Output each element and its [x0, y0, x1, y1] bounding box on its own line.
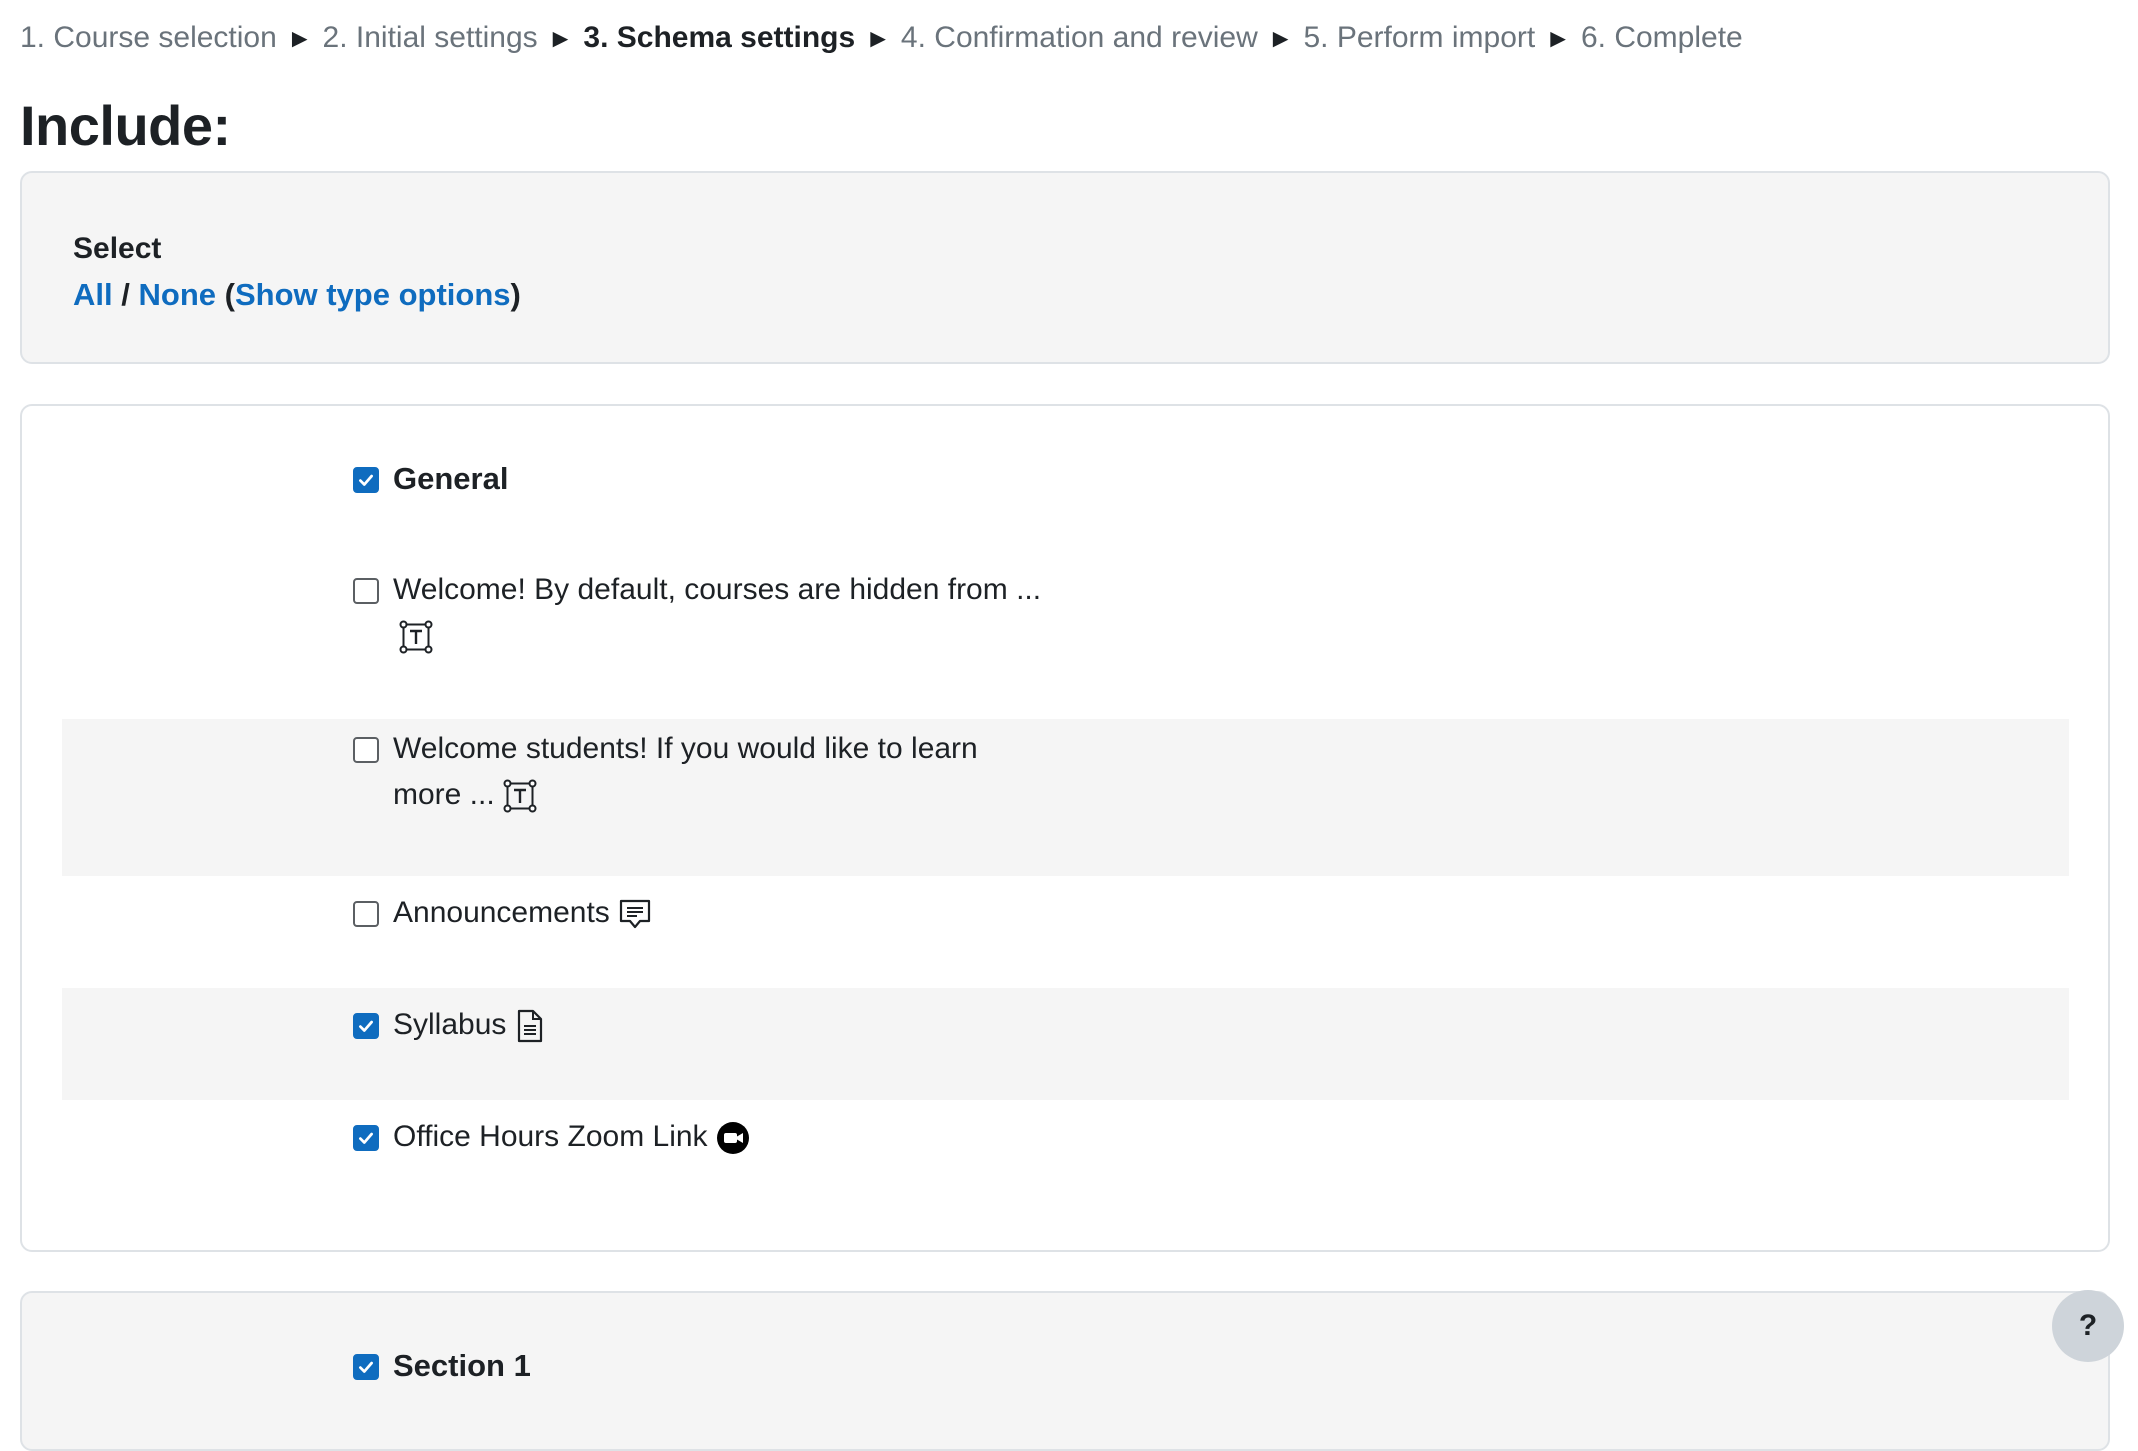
general-heading: General: [353, 456, 508, 502]
breadcrumb-separator-icon: ►: [1267, 23, 1294, 53]
breadcrumb-step-confirmation: 4. Confirmation and review: [900, 21, 1258, 54]
announcements-checkbox[interactable]: [353, 901, 379, 927]
announcements-label: Announcements: [393, 896, 610, 929]
breadcrumb-step-perform-import: 5. Perform import: [1303, 21, 1536, 54]
office-hours-label: Office Hours Zoom Link: [393, 1120, 708, 1153]
close-paren: ): [510, 277, 521, 312]
select-all-link[interactable]: All: [73, 277, 113, 312]
breadcrumb-step-schema-settings: 3. Schema settings: [583, 21, 856, 54]
welcome-item: Welcome! By default, courses are hidden …: [353, 567, 1041, 659]
syllabus-checkbox[interactable]: [353, 1013, 379, 1039]
page-title: Include:: [20, 94, 231, 157]
welcome-students-label-line2: more ...: [393, 778, 495, 811]
office-hours-item: Office Hours Zoom Link: [353, 1114, 750, 1160]
list-item: Announcements: [62, 876, 2069, 988]
file-document-icon: [515, 1009, 545, 1043]
breadcrumb-separator-icon: ►: [286, 23, 313, 53]
select-label: Select: [73, 232, 162, 265]
welcome-label: Welcome! By default, courses are hidden …: [393, 573, 1042, 606]
welcome-students-checkbox[interactable]: [353, 737, 379, 763]
general-label: General: [393, 461, 509, 496]
breadcrumb-separator-icon: ►: [547, 23, 574, 53]
list-item: Welcome! By default, courses are hidden …: [62, 567, 2069, 681]
checkmark-icon: [359, 1361, 373, 1373]
checkmark-icon: [359, 1132, 373, 1144]
checkmark-icon: [359, 1020, 373, 1032]
section-1-checkbox[interactable]: [353, 1354, 379, 1380]
welcome-students-item: Welcome students! If you would like to l…: [353, 726, 978, 818]
breadcrumb-step-course-selection: 1. Course selection: [20, 21, 277, 54]
breadcrumb-step-complete: 6. Complete: [1580, 21, 1743, 54]
help-button[interactable]: ?: [2052, 1290, 2124, 1362]
breadcrumb-separator-icon: ►: [1545, 23, 1571, 53]
welcome-checkbox[interactable]: [353, 578, 379, 604]
zoom-video-icon: [716, 1121, 750, 1155]
breadcrumb: 1. Course selection ► 2. Initial settings ►…: [20, 18, 1743, 58]
select-panel: Select All / None (Show type options): [20, 171, 2110, 364]
text-and-media-area-icon: [399, 620, 433, 654]
section-1-heading: Section 1: [353, 1343, 531, 1389]
checkmark-icon: [359, 474, 373, 486]
office-hours-checkbox[interactable]: [353, 1125, 379, 1151]
section-1-label: Section 1: [393, 1348, 531, 1383]
syllabus-item: Syllabus: [353, 1002, 545, 1048]
text-and-media-area-icon: [503, 779, 537, 813]
general-heading-row: General: [62, 456, 2069, 516]
list-item: Welcome students! If you would like to l…: [62, 719, 2069, 876]
announcements-item: Announcements: [353, 890, 652, 936]
welcome-students-label-line1: Welcome students! If you would like to l…: [393, 732, 978, 765]
list-item: Office Hours Zoom Link: [62, 1100, 2069, 1212]
general-section: General Welcome! By default, courses are…: [20, 404, 2110, 1252]
section-1: Section 1: [20, 1291, 2110, 1451]
syllabus-label: Syllabus: [393, 1008, 507, 1041]
select-none-link[interactable]: None: [139, 277, 217, 312]
forum-icon: [618, 897, 652, 931]
list-item: Syllabus: [62, 988, 2069, 1100]
select-links: All / None (Show type options): [73, 275, 521, 315]
open-paren: (: [224, 277, 235, 312]
select-slash: /: [121, 277, 130, 312]
breadcrumb-step-initial-settings: 2. Initial settings: [322, 21, 538, 54]
show-type-options-link[interactable]: Show type options: [235, 277, 511, 312]
section-1-heading-row: Section 1: [62, 1343, 2069, 1403]
general-checkbox[interactable]: [353, 467, 379, 493]
breadcrumb-separator-icon: ►: [865, 23, 891, 53]
